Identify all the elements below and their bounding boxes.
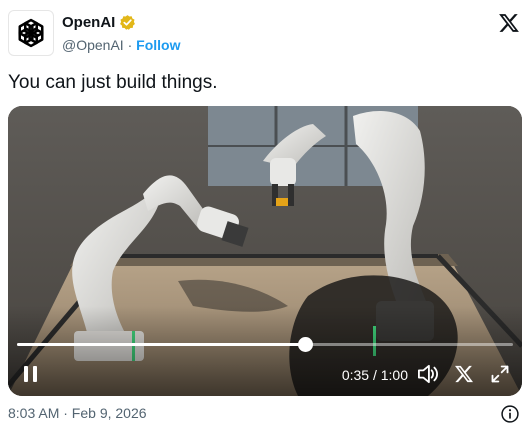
follow-button[interactable]: Follow: [136, 37, 180, 53]
tweet-text: You can just build things.: [8, 72, 218, 93]
tweet-header: OpenAI @OpenAI · Follow: [0, 0, 528, 66]
volume-icon[interactable]: [417, 364, 439, 384]
avatar[interactable]: [8, 10, 54, 56]
progress-bar[interactable]: [17, 337, 513, 352]
fullscreen-icon[interactable]: [490, 364, 510, 384]
progress-handle[interactable]: [297, 337, 313, 352]
author-name[interactable]: OpenAI: [62, 14, 115, 31]
author-name-row: OpenAI: [62, 14, 136, 31]
pause-button[interactable]: [22, 365, 40, 383]
x-logo-icon[interactable]: [498, 12, 520, 34]
time-separator: /: [372, 367, 377, 383]
pause-icon: [33, 366, 37, 382]
duration: 1:00: [380, 367, 408, 383]
current-time: 0:35: [341, 367, 370, 383]
author-handle[interactable]: @OpenAI: [62, 37, 124, 53]
x-logo-icon[interactable]: [454, 364, 474, 384]
video-controls: 0:35 / 1:00: [8, 106, 522, 396]
info-icon[interactable]: [500, 404, 520, 424]
progress-fill: [17, 343, 305, 346]
handle-separator: ·: [127, 37, 133, 53]
video-time: 0:35 / 1:00: [342, 367, 408, 383]
verified-badge-icon: [120, 15, 136, 30]
tweet-timestamp[interactable]: 8:03 AM · Feb 9, 2026: [8, 405, 147, 421]
author-handle-row: @OpenAI · Follow: [62, 37, 180, 53]
openai-logo-icon: [18, 18, 44, 48]
video-player[interactable]: 0:35 / 1:00: [8, 106, 522, 396]
pause-icon: [24, 366, 28, 382]
